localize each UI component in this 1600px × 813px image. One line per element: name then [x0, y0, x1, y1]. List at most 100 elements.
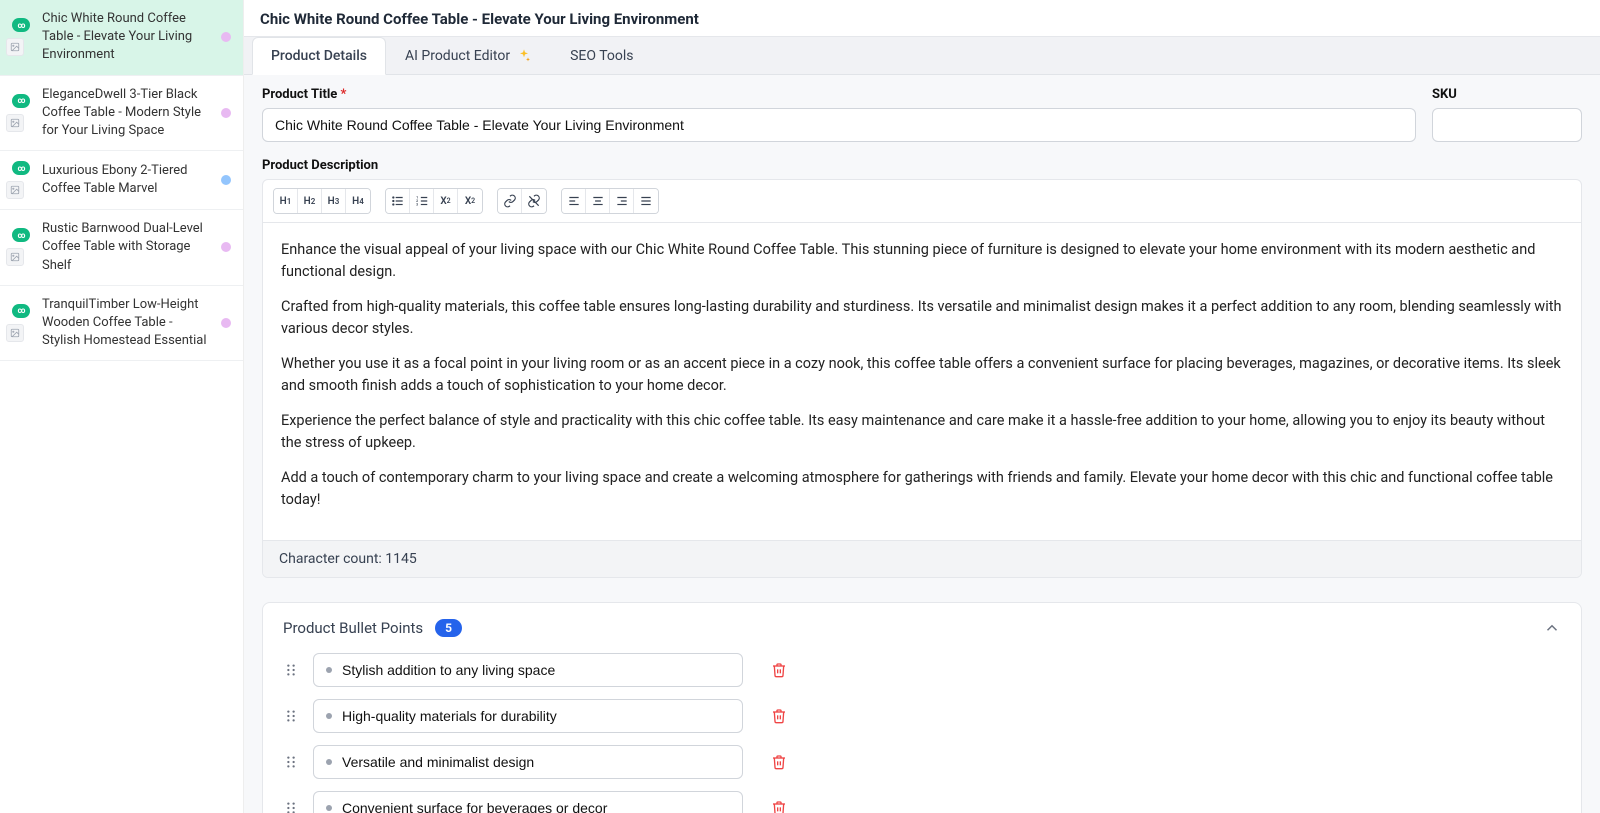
image-placeholder-icon — [6, 248, 24, 266]
image-placeholder-icon — [6, 181, 24, 199]
tab-seo-tools[interactable]: SEO Tools — [551, 37, 652, 74]
sidebar-item-icons: co — [12, 18, 30, 56]
status-dot-icon — [221, 242, 231, 252]
image-placeholder-icon — [6, 38, 24, 56]
bullet-input[interactable] — [313, 791, 743, 813]
character-count: Character count: 1145 — [263, 540, 1581, 577]
status-dot-icon — [221, 175, 231, 185]
drag-handle-icon[interactable] — [283, 755, 299, 769]
tab-label: AI Product Editor — [405, 48, 510, 64]
sidebar-item-4[interactable]: co TranquilTimber Low-Height Wooden Coff… — [0, 286, 243, 362]
h1-btn[interactable]: H1 — [274, 189, 298, 213]
sidebar-item-1[interactable]: co EleganceDwell 3-Tier Black Coffee Tab… — [0, 76, 243, 152]
description-paragraph: Enhance the visual appeal of your living… — [281, 239, 1563, 284]
h4-btn[interactable]: H4 — [346, 189, 370, 213]
sku-input[interactable] — [1432, 108, 1582, 142]
status-badge-icon: co — [12, 18, 30, 32]
tabs-bar: Product Details AI Product Editor SEO Tool… — [244, 37, 1600, 75]
chevron-up-icon — [1543, 619, 1561, 637]
status-badge-icon: co — [12, 228, 30, 242]
sidebar-item-title: Luxurious Ebony 2-Tiered Coffee Table Ma… — [42, 162, 213, 198]
tab-product-details[interactable]: Product Details — [252, 37, 386, 75]
sku-label: SKU — [1432, 87, 1582, 102]
status-badge-icon: co — [12, 161, 30, 175]
align-justify-btn[interactable] — [634, 189, 658, 213]
align-right-btn[interactable] — [610, 189, 634, 213]
sidebar-item-3[interactable]: co Rustic Barnwood Dual-Level Coffee Tab… — [0, 210, 243, 286]
bullet-dot-icon — [326, 713, 332, 719]
bullet-row — [283, 745, 1561, 779]
drag-handle-icon[interactable] — [283, 709, 299, 723]
h3-btn[interactable]: H3 — [322, 189, 346, 213]
page-title: Chic White Round Coffee Table - Elevate … — [260, 10, 1584, 28]
trash-icon — [771, 708, 787, 724]
delete-bullet-button[interactable] — [765, 656, 793, 684]
bullet-input[interactable] — [313, 699, 743, 733]
bullet-list-btn[interactable] — [386, 189, 410, 213]
image-placeholder-icon — [6, 114, 24, 132]
description-body[interactable]: Enhance the visual appeal of your living… — [263, 223, 1581, 540]
status-badge-icon: co — [12, 304, 30, 318]
sidebar-item-0[interactable]: co Chic White Round Coffee Table - Eleva… — [0, 0, 243, 76]
sidebar-item-icons: co — [12, 304, 30, 342]
description-paragraph: Add a touch of contemporary charm to you… — [281, 467, 1563, 512]
status-dot-icon — [221, 32, 231, 42]
sparkle-icon — [516, 48, 532, 64]
bullet-dot-icon — [326, 759, 332, 765]
tab-ai-product-editor[interactable]: AI Product Editor — [386, 37, 551, 74]
sidebar-item-icons: co — [12, 161, 30, 199]
trash-icon — [771, 662, 787, 678]
bullet-text-input[interactable] — [342, 708, 730, 724]
bullet-input[interactable] — [313, 653, 743, 687]
bullet-points-header[interactable]: Product Bullet Points 5 — [263, 603, 1581, 653]
description-paragraph: Crafted from high-quality materials, thi… — [281, 296, 1563, 341]
image-placeholder-icon — [6, 324, 24, 342]
bullet-text-input[interactable] — [342, 662, 730, 678]
delete-bullet-button[interactable] — [765, 794, 793, 813]
status-dot-icon — [221, 318, 231, 328]
editor-toolbar: H1H2H3H4 123 X2 X2 — [263, 180, 1581, 223]
bullet-points-panel: Product Bullet Points 5 — [262, 602, 1582, 813]
description-label: Product Description — [262, 158, 1582, 173]
product-title-input[interactable] — [262, 108, 1416, 142]
align-center-btn[interactable] — [586, 189, 610, 213]
sidebar-item-2[interactable]: co Luxurious Ebony 2-Tiered Coffee Table… — [0, 151, 243, 210]
drag-handle-icon[interactable] — [283, 801, 299, 813]
main-content: Chic White Round Coffee Table - Elevate … — [244, 0, 1600, 813]
drag-handle-icon[interactable] — [283, 663, 299, 677]
bullet-dot-icon — [326, 667, 332, 673]
bullet-text-input[interactable] — [342, 800, 730, 813]
bullet-input[interactable] — [313, 745, 743, 779]
status-badge-icon: co — [12, 94, 30, 108]
sidebar-item-icons: co — [12, 94, 30, 132]
svg-text:3: 3 — [416, 203, 418, 207]
ordered-list-btn[interactable]: 123 — [410, 189, 434, 213]
bullet-dot-icon — [326, 805, 332, 811]
subscript-btn[interactable]: X2 — [434, 189, 458, 213]
sidebar-item-title: Chic White Round Coffee Table - Elevate … — [42, 10, 213, 65]
tab-label: SEO Tools — [570, 48, 633, 64]
unlink-btn[interactable] — [522, 189, 546, 213]
page-title-bar: Chic White Round Coffee Table - Elevate … — [244, 0, 1600, 37]
sidebar-item-title: Rustic Barnwood Dual-Level Coffee Table … — [42, 220, 213, 275]
bullet-row — [283, 653, 1561, 687]
description-paragraph: Whether you use it as a focal point in y… — [281, 353, 1563, 398]
delete-bullet-button[interactable] — [765, 702, 793, 730]
tab-label: Product Details — [271, 48, 367, 64]
align-left-btn[interactable] — [562, 189, 586, 213]
superscript-btn[interactable]: X2 — [458, 189, 482, 213]
trash-icon — [771, 754, 787, 770]
h2-btn[interactable]: H2 — [298, 189, 322, 213]
bullet-points-title: Product Bullet Points — [283, 619, 423, 637]
bullet-row — [283, 791, 1561, 813]
description-editor: H1H2H3H4 123 X2 X2 — [262, 179, 1582, 578]
description-paragraph: Experience the perfect balance of style … — [281, 410, 1563, 455]
sidebar-item-icons: co — [12, 228, 30, 266]
bullet-row — [283, 699, 1561, 733]
status-dot-icon — [221, 108, 231, 118]
product-sidebar: co Chic White Round Coffee Table - Eleva… — [0, 0, 244, 813]
trash-icon — [771, 800, 787, 813]
delete-bullet-button[interactable] — [765, 748, 793, 776]
link-btn[interactable] — [498, 189, 522, 213]
bullet-text-input[interactable] — [342, 754, 730, 770]
